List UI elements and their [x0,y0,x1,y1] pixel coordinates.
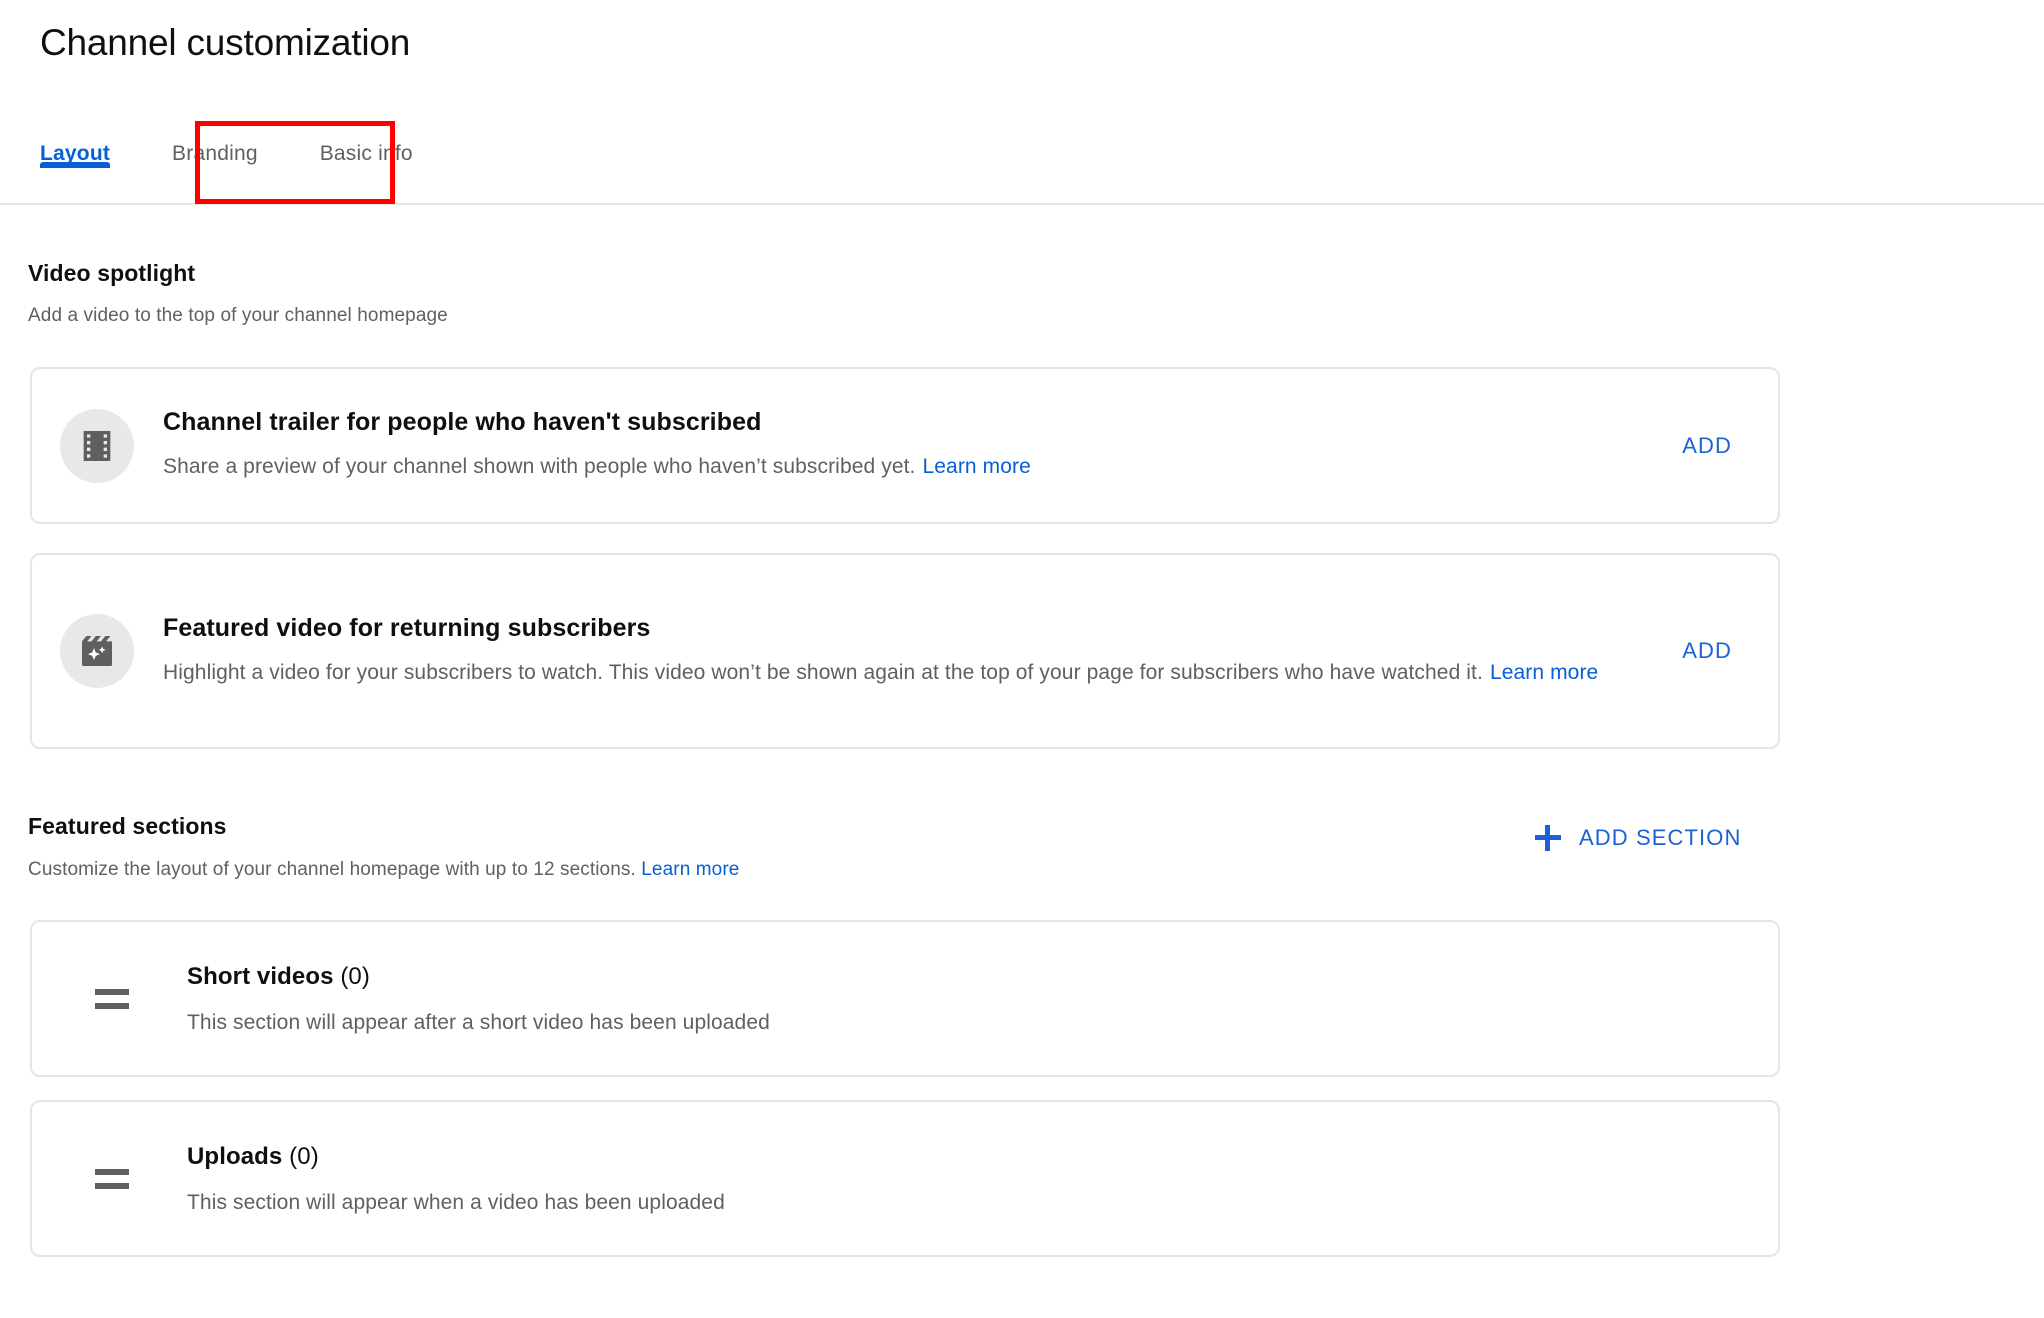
channel-trailer-add-button[interactable]: ADD [1682,433,1732,459]
section-count: (0) [340,963,370,990]
featured-video-description: Highlight a video for your subscribers t… [163,660,1483,684]
section-row-short-videos-title: Short videos (0) [187,960,1778,993]
add-section-button[interactable]: ADD SECTION [1535,825,1741,851]
channel-trailer-description-wrap: Share a preview of your channel shown wi… [163,448,1664,486]
featured-sections-learn-more-link[interactable]: Learn more [641,859,739,880]
tab-branding[interactable]: Branding [172,120,258,166]
featured-video-card-body: Featured video for returning subscribers… [163,611,1664,692]
tab-bar: Layout Branding Basic info [0,120,2044,205]
clapperboard-sparkle-icon [60,614,134,688]
channel-customization-page: Channel customization Layout Branding Ba… [0,0,2044,1318]
section-name: Uploads [187,1143,283,1170]
video-spotlight-heading: Video spotlight [28,260,196,286]
channel-trailer-title: Channel trailer for people who haven't s… [163,408,762,436]
section-count: (0) [289,1143,319,1170]
tab-layout[interactable]: Layout [40,120,111,168]
section-row-uploads-title: Uploads (0) [187,1140,1778,1173]
video-spotlight-subtitle: Add a video to the top of your channel h… [28,305,448,326]
featured-sections-heading: Featured sections [28,813,227,839]
featured-video-add-button[interactable]: ADD [1682,638,1732,664]
channel-trailer-card-body: Channel trailer for people who haven't s… [163,405,1664,486]
section-row-short-videos-body: Short videos (0) This section will appea… [187,960,1778,1037]
featured-video-card: Featured video for returning subscribers… [30,553,1780,749]
section-row-short-videos[interactable]: Short videos (0) This section will appea… [30,920,1780,1077]
featured-sections-subtitle-wrap: Customize the layout of your channel hom… [28,859,739,881]
drag-handle-icon[interactable] [95,1168,129,1189]
tab-list: Layout Branding Basic info [40,120,475,205]
section-row-uploads[interactable]: Uploads (0) This section will appear whe… [30,1100,1780,1257]
featured-video-title: Featured video for returning subscribers [163,613,651,642]
add-section-button-label: ADD SECTION [1579,825,1742,850]
tab-basic-info[interactable]: Basic info [320,120,413,166]
plus-icon [1535,825,1561,851]
section-row-uploads-body: Uploads (0) This section will appear whe… [187,1140,1778,1217]
page-title: Channel customization [40,22,411,63]
featured-video-description-wrap: Highlight a video for your subscribers t… [163,654,1664,692]
drag-handle-icon[interactable] [95,988,129,1009]
channel-trailer-description: Share a preview of your channel shown wi… [163,455,916,478]
featured-video-learn-more-link[interactable]: Learn more [1490,661,1598,684]
section-row-uploads-description: This section will appear when a video ha… [187,1191,725,1214]
film-strip-icon [60,408,134,483]
section-name: Short videos [187,963,334,990]
featured-sections-subtitle: Customize the layout of your channel hom… [28,859,636,880]
channel-trailer-learn-more-link[interactable]: Learn more [922,455,1030,478]
channel-trailer-card: Channel trailer for people who haven't s… [30,367,1780,524]
section-row-short-videos-description: This section will appear after a short v… [187,1011,770,1034]
